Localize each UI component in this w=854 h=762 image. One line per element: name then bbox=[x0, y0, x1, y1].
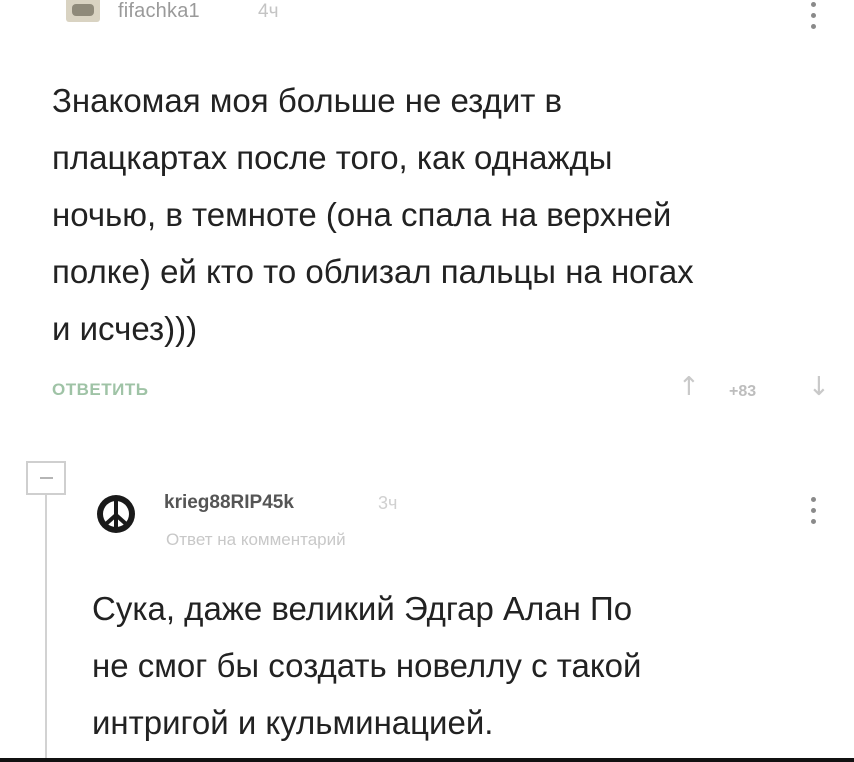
comment-author[interactable]: fifachka1 bbox=[118, 0, 200, 23]
comment-text: Знакомая моя больше не ездит в плацкарта… bbox=[52, 82, 694, 347]
comment-time: 4ч bbox=[258, 1, 279, 22]
comment: fifachka1 4ч Знакомая моя больше не езди… bbox=[0, 0, 854, 420]
reply-button[interactable]: ОТВЕТИТЬ bbox=[52, 380, 148, 400]
thread-line[interactable] bbox=[45, 495, 47, 762]
avatar[interactable] bbox=[66, 0, 100, 22]
reply-to-link[interactable]: Ответ на комментарий bbox=[166, 530, 346, 550]
reply-text: Сука, даже великий Эдгар Алан По не смог… bbox=[92, 590, 642, 741]
arrow-up-icon[interactable]: ↑ bbox=[678, 372, 700, 402]
more-options-icon[interactable] bbox=[811, 497, 817, 524]
reply-time: 3ч bbox=[378, 493, 398, 513]
bottom-border bbox=[0, 758, 854, 762]
collapse-thread-button[interactable] bbox=[26, 461, 66, 495]
more-options-icon[interactable] bbox=[811, 2, 817, 29]
peace-sign-avatar-icon[interactable] bbox=[96, 494, 136, 534]
comment-rating: +83 bbox=[729, 383, 757, 400]
reply-author[interactable]: krieg88RIP45k bbox=[164, 492, 294, 514]
arrow-down-icon[interactable]: ↓ bbox=[808, 372, 830, 402]
